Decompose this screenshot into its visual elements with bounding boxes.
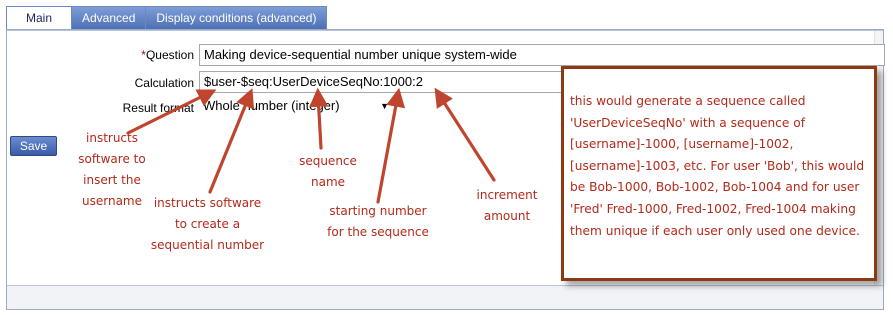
question-label-text: Question (145, 48, 194, 62)
calculation-input[interactable]: $user-$seq:UserDeviceSeqNo:1000:2 (199, 71, 563, 93)
tab-strip: Main Advanced Display conditions (advanc… (6, 6, 344, 30)
result-format-label: Result format (122, 101, 194, 115)
annotation-line: starting number (329, 204, 427, 218)
panel-footer (7, 286, 883, 309)
question-label: *Question (110, 48, 194, 62)
save-button[interactable]: Save (10, 136, 57, 156)
annotation-line: for the sequence (327, 225, 429, 239)
annotation-line: instructs software (153, 196, 262, 210)
tab-display-conditions[interactable]: Display conditions (advanced) (145, 6, 328, 30)
annotation-line: software to (78, 152, 146, 166)
annotation-line: insert the (83, 173, 141, 187)
dropdown-arrow-icon: ▼ (380, 101, 389, 111)
calculation-label: Calculation (134, 76, 194, 90)
question-input[interactable]: Making device-sequential number unique s… (199, 44, 885, 66)
result-format-value: Whole number (integer) (203, 98, 340, 113)
explanation-callout: this would generate a sequence called 'U… (561, 66, 877, 281)
annotation-starting-number: starting number for the sequence (318, 201, 438, 243)
annotation-line: increment (476, 188, 538, 202)
annotation-line: instructs (86, 131, 138, 145)
annotation-line: amount (483, 209, 531, 223)
annotation-increment: increment amount (462, 185, 552, 227)
annotation-line: to create a (174, 217, 241, 231)
result-format-select[interactable]: Whole number (integer) ▼ (199, 97, 393, 117)
tab-main[interactable]: Main (6, 6, 71, 30)
panel-divider (7, 30, 883, 31)
annotation-line: sequence (299, 154, 357, 168)
annotation-sequence-name: sequence name (290, 151, 366, 193)
annotation-line: name (310, 175, 346, 189)
annotation-line: sequential number (150, 238, 265, 252)
annotation-sequential: instructs software to create a sequentia… (140, 193, 275, 256)
tab-advanced[interactable]: Advanced (71, 6, 146, 30)
